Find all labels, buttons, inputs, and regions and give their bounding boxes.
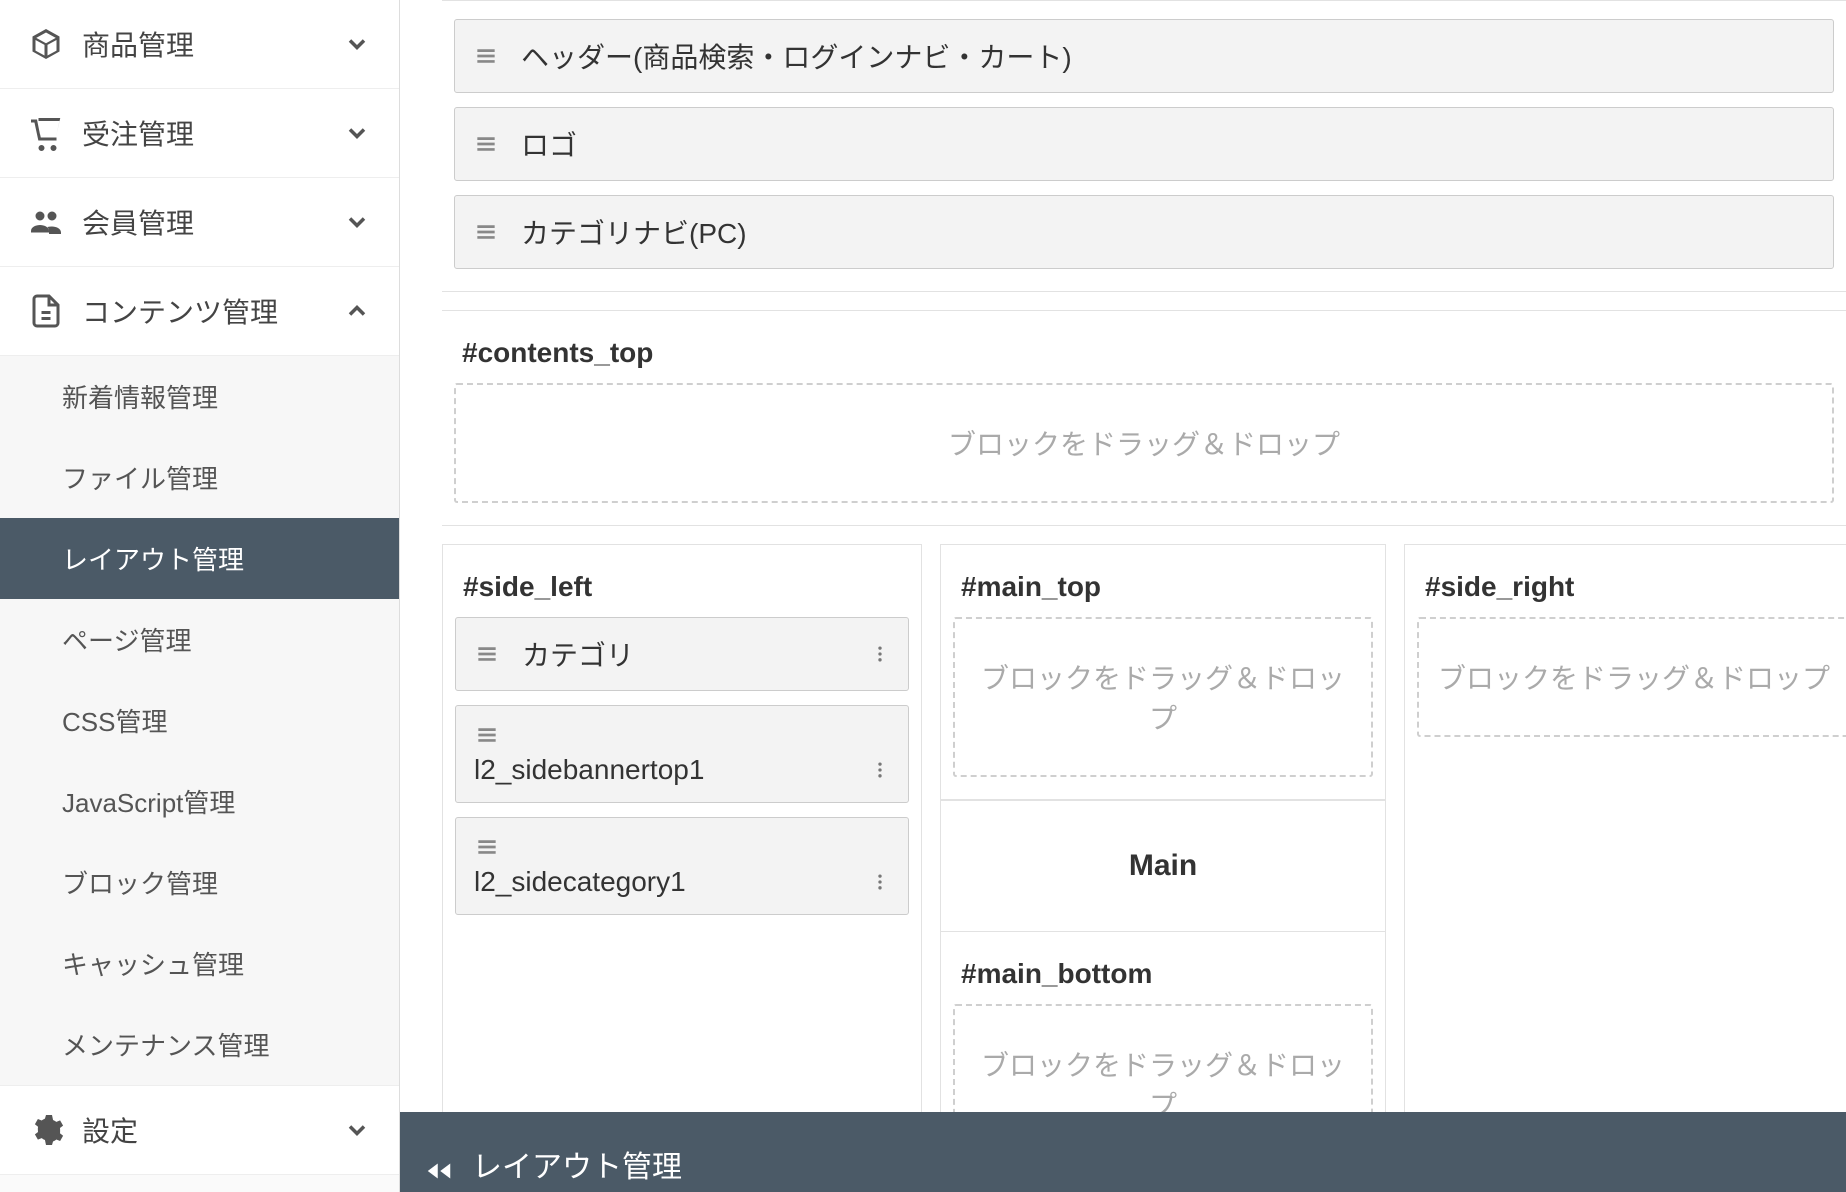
- sidebar-item-label: 設定: [82, 1110, 138, 1150]
- sidebar-subitem-pages[interactable]: ページ管理: [0, 599, 399, 680]
- chevron-down-icon: [343, 208, 371, 236]
- footer-title: レイアウト管理: [472, 1142, 682, 1186]
- sidebar-item-label: 会員管理: [82, 202, 194, 242]
- subitem-label: CSS管理: [62, 702, 167, 739]
- sidebar-subitem-cache[interactable]: キャッシュ管理: [0, 923, 399, 1004]
- layout-block[interactable]: ロゴ: [454, 107, 1834, 181]
- subitem-label: ブロック管理: [62, 864, 218, 901]
- section-title: #side_right: [1405, 545, 1846, 603]
- sidebar-item-settings[interactable]: 設定: [0, 1086, 399, 1175]
- drop-zone[interactable]: ブロックをドラッグ＆ドロップ: [953, 617, 1373, 777]
- drop-zone-label: ブロックをドラッグ＆ドロップ: [981, 663, 1345, 734]
- users-icon: [28, 204, 64, 240]
- block-label: l2_sidecategory1: [474, 866, 686, 898]
- layout-section-main: #main_top ブロックをドラッグ＆ドロップ Main #main_bott…: [940, 544, 1386, 1187]
- main-content: #header ヘッダー(商品検索・ログインナビ・カート) ロゴ: [400, 0, 1846, 1192]
- sidebar-item-contents[interactable]: コンテンツ管理: [0, 267, 399, 356]
- layout-section-side-left: #side_left カテゴリ l2_sidebannertop1: [442, 544, 922, 1187]
- sidebar-subitem-files[interactable]: ファイル管理: [0, 437, 399, 518]
- footer-bar: レイアウト管理: [400, 1112, 1846, 1192]
- drop-zone-label: ブロックをドラッグ＆ドロップ: [948, 429, 1340, 460]
- subitem-label: レイアウト管理: [62, 540, 244, 577]
- cube-icon: [28, 26, 64, 62]
- cart-icon: [28, 115, 64, 151]
- block-label: カテゴリ: [522, 634, 634, 674]
- drop-zone-label: ブロックをドラッグ＆ドロップ: [1438, 663, 1830, 694]
- sidebar-item-label: コンテンツ管理: [82, 291, 278, 331]
- sidebar-subitem-js[interactable]: JavaScript管理: [0, 761, 399, 842]
- drop-zone-label: ブロックをドラッグ＆ドロップ: [981, 1050, 1345, 1121]
- chevron-down-icon: [343, 119, 371, 147]
- layout-section-side-right: #side_right ブロックをドラッグ＆ドロップ: [1404, 544, 1846, 1187]
- sidebar-subitem-layout[interactable]: レイアウト管理: [0, 518, 399, 599]
- layout-main-center: Main: [941, 800, 1385, 932]
- layout-block[interactable]: l2_sidebannertop1: [455, 705, 909, 803]
- drag-handle-icon[interactable]: [473, 131, 499, 157]
- more-icon[interactable]: [870, 872, 890, 892]
- subitem-label: ファイル管理: [62, 459, 218, 496]
- layout-block[interactable]: ヘッダー(商品検索・ログインナビ・カート): [454, 19, 1834, 93]
- sidebar-subitem-css[interactable]: CSS管理: [0, 680, 399, 761]
- section-title: #header: [442, 0, 1846, 5]
- layout-block[interactable]: カテゴリ: [455, 617, 909, 691]
- section-title: #contents_top: [442, 311, 1846, 369]
- drag-handle-icon[interactable]: [473, 219, 499, 245]
- chevron-down-icon: [343, 1116, 371, 1144]
- sidebar-subnav-contents: 新着情報管理 ファイル管理 レイアウト管理 ページ管理 CSS管理 JavaSc…: [0, 356, 399, 1086]
- sidebar-subitem-news[interactable]: 新着情報管理: [0, 356, 399, 437]
- block-label: カテゴリナビ(PC): [521, 212, 747, 252]
- app-root: 商品管理 受注管理 会員管理: [0, 0, 1846, 1192]
- sidebar-item-orders[interactable]: 受注管理: [0, 89, 399, 178]
- sidebar-item-products[interactable]: 商品管理: [0, 0, 399, 89]
- block-label: ロゴ: [521, 124, 577, 164]
- subitem-label: ページ管理: [62, 621, 191, 658]
- chevron-up-icon: [343, 297, 371, 325]
- chevron-down-icon: [343, 30, 371, 58]
- drag-handle-icon[interactable]: [474, 722, 890, 748]
- drag-handle-icon[interactable]: [473, 43, 499, 69]
- sidebar-subitem-maintenance[interactable]: メンテナンス管理: [0, 1004, 399, 1085]
- more-icon[interactable]: [870, 644, 890, 664]
- subitem-label: JavaScript管理: [62, 783, 235, 820]
- subitem-label: キャッシュ管理: [62, 945, 244, 982]
- layout-section-main-top: #main_top ブロックをドラッグ＆ドロップ: [941, 545, 1385, 800]
- layout-columns: #side_left カテゴリ l2_sidebannertop1: [442, 544, 1846, 1187]
- block-label: l2_sidebannertop1: [474, 754, 704, 786]
- block-label: ヘッダー(商品検索・ログインナビ・カート): [521, 36, 1072, 76]
- gear-icon: [28, 1112, 64, 1148]
- sidebar-item-label: 商品管理: [82, 24, 194, 64]
- sidebar-item-label: 受注管理: [82, 113, 194, 153]
- drag-handle-icon[interactable]: [474, 641, 500, 667]
- sidebar: 商品管理 受注管理 会員管理: [0, 0, 400, 1192]
- subitem-label: 新着情報管理: [62, 378, 218, 415]
- layout-section-header: #header ヘッダー(商品検索・ログインナビ・カート) ロゴ: [442, 0, 1846, 292]
- layout-block[interactable]: カテゴリナビ(PC): [454, 195, 1834, 269]
- drop-zone[interactable]: ブロックをドラッグ＆ドロップ: [1417, 617, 1846, 737]
- drop-zone[interactable]: ブロックをドラッグ＆ドロップ: [454, 383, 1834, 503]
- sidebar-subitem-blocks[interactable]: ブロック管理: [0, 842, 399, 923]
- subitem-label: メンテナンス管理: [62, 1026, 269, 1063]
- section-title: #main_top: [941, 545, 1385, 603]
- main-center-label: Main: [1129, 849, 1197, 882]
- layout-section-contents-top: #contents_top ブロックをドラッグ＆ドロップ: [442, 310, 1846, 526]
- section-title: #side_left: [443, 545, 921, 603]
- drag-handle-icon[interactable]: [474, 834, 890, 860]
- section-title: #main_bottom: [941, 932, 1385, 990]
- layout-block[interactable]: l2_sidecategory1: [455, 817, 909, 915]
- sidebar-item-members[interactable]: 会員管理: [0, 178, 399, 267]
- rewind-icon[interactable]: [424, 1156, 454, 1186]
- more-icon[interactable]: [870, 760, 890, 780]
- document-icon: [28, 293, 64, 329]
